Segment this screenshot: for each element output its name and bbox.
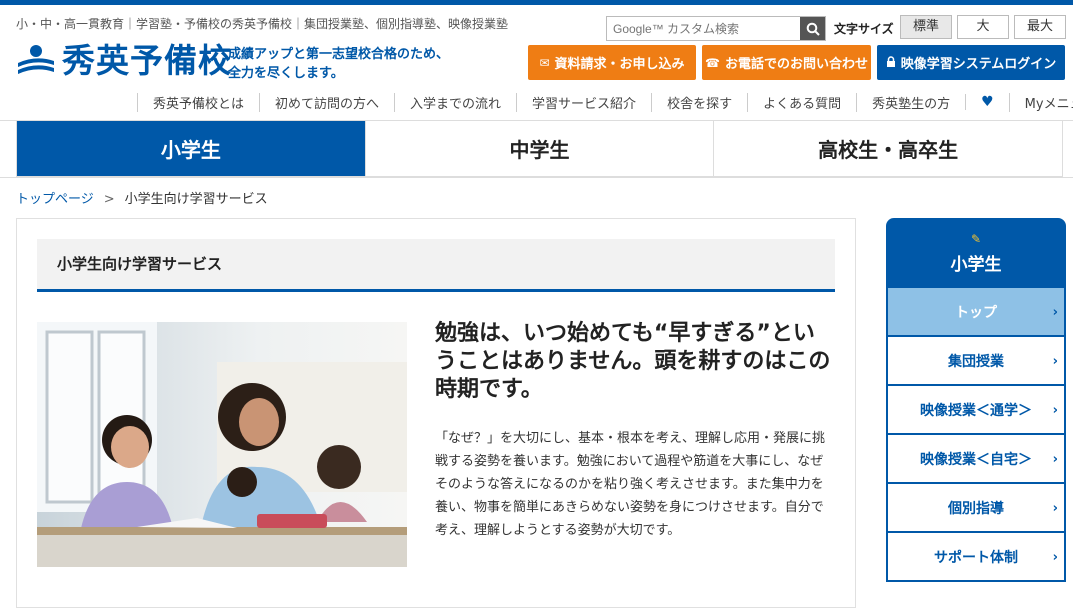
search-box <box>606 16 826 41</box>
sidebar-menu: ✎ 小学生 トップ › 集団授業 › 映像授業＜通学＞ › 映像授業＜自宅＞ › 個別指… <box>886 218 1066 608</box>
breadcrumb-home-link[interactable]: トップページ <box>16 192 94 207</box>
chevron-right-icon: › <box>1052 305 1058 320</box>
subnav-find-school[interactable]: 校舎を探す <box>651 92 747 112</box>
slogan: 成績アップと第一志望校合格のため、 全力を尽くします。 <box>228 47 450 81</box>
sidebar-header: ✎ 小学生 <box>886 218 1066 288</box>
phone-inquiry-button[interactable]: ☎ お電話でのお問い合わせ <box>702 45 871 80</box>
request-materials-label: 資料請求・お申し込み <box>554 57 685 72</box>
chevron-right-icon: › <box>1052 501 1058 516</box>
tab-junior-high[interactable]: 中学生 <box>364 121 714 176</box>
font-size-normal-button[interactable]: 標準 <box>900 15 952 39</box>
phone-inquiry-label: お電話でのお問い合わせ <box>724 57 868 72</box>
main-headline: 勉強は、いつ始めても“早すぎる”ということはありません。頭を耕すのはこの時期です… <box>435 321 831 402</box>
classroom-photo <box>37 322 407 567</box>
sidebar-item-video-commute[interactable]: 映像授業＜通学＞ › <box>886 386 1066 435</box>
tab-border-bottom <box>0 177 1073 178</box>
search-button[interactable] <box>800 17 825 40</box>
logo-mark-icon <box>16 43 56 79</box>
site-header: 小・中・高一貫教育｜学習塾・予備校の秀英予備校｜集団授業塾、個別指導塾、映像授業… <box>0 5 1073 120</box>
subnav-about[interactable]: 秀英予備校とは <box>137 92 259 112</box>
sidebar-item-group-class[interactable]: 集団授業 › <box>886 337 1066 386</box>
search-icon <box>806 22 820 36</box>
breadcrumb-current: 小学生向け学習サービス <box>124 192 268 207</box>
subnav-first-visit[interactable]: 初めて訪問の方へ <box>259 92 394 112</box>
sidebar-title: 小学生 <box>950 255 1002 275</box>
main-content: 小学生向け学習サービス 勉強は、いつ始めても“早すぎる”ということはありません。… <box>16 218 856 608</box>
font-size-large-button[interactable]: 大 <box>957 15 1009 39</box>
chevron-right-icon: › <box>1052 452 1058 467</box>
lock-icon <box>886 55 896 70</box>
chevron-right-icon: › <box>1052 550 1058 565</box>
video-login-button[interactable]: 映像学習システムログイン <box>877 45 1065 80</box>
breadcrumb-separator: > <box>103 192 115 207</box>
font-size-label: 文字サイズ <box>834 22 894 36</box>
grade-tabs: 小学生 中学生 高校生・高卒生 <box>16 120 1063 177</box>
sidebar-item-video-home[interactable]: 映像授業＜自宅＞ › <box>886 435 1066 484</box>
logo-text: 秀英予備校 <box>62 41 232 80</box>
heart-icon[interactable]: ♥ <box>965 94 1009 110</box>
breadcrumb: トップページ > 小学生向け学習サービス <box>16 188 268 207</box>
subnav-students[interactable]: 秀英塾生の方 <box>856 92 965 112</box>
sidebar-item-support[interactable]: サポート体制 › <box>886 533 1066 582</box>
phone-icon: ☎ <box>705 55 720 70</box>
tab-elementary[interactable]: 小学生 <box>16 121 365 176</box>
subnav-my-menu[interactable]: Myメニュー <box>1008 92 1073 112</box>
chevron-right-icon: › <box>1052 403 1058 418</box>
sidebar-item-label: トップ <box>955 304 997 321</box>
font-size-largest-button[interactable]: 最大 <box>1014 15 1066 39</box>
sub-navigation: 秀英予備校とは 初めて訪問の方へ 入学までの流れ 学習サービス紹介 校舎を探す … <box>137 91 1073 113</box>
site-logo[interactable]: 秀英予備校 <box>16 41 232 81</box>
pencil-icon: ✎ <box>970 232 982 246</box>
sidebar-item-top[interactable]: トップ › <box>886 288 1066 337</box>
request-materials-button[interactable]: ✉ 資料請求・お申し込み <box>528 45 696 80</box>
search-input[interactable] <box>607 17 800 40</box>
sidebar-item-label: サポート体制 <box>934 549 1018 566</box>
video-login-label: 映像学習システムログイン <box>900 57 1057 72</box>
subnav-services[interactable]: 学習サービス紹介 <box>516 92 651 112</box>
sidebar-item-label: 映像授業＜通学＞ <box>920 402 1032 419</box>
sidebar-item-label: 個別指導 <box>948 500 1004 517</box>
mail-icon: ✉ <box>539 55 550 70</box>
section-title: 小学生向け学習サービス <box>37 239 835 292</box>
chevron-right-icon: › <box>1052 354 1058 369</box>
sidebar-item-label: 集団授業 <box>948 353 1004 370</box>
main-body-text: 「なぜ？」を大切にし、基本・根本を考え、理解し応用・発展に挑戦する姿勢を養います… <box>435 431 826 538</box>
subnav-faq[interactable]: よくある質問 <box>747 92 856 112</box>
sidebar-item-label: 映像授業＜自宅＞ <box>920 451 1032 468</box>
sidebar-item-individual[interactable]: 個別指導 › <box>886 484 1066 533</box>
tab-high-school[interactable]: 高校生・高卒生 <box>713 121 1063 176</box>
site-tagline: 小・中・高一貫教育｜学習塾・予備校の秀英予備校｜集団授業塾、個別指導塾、映像授業… <box>16 17 509 31</box>
subnav-enrollment-flow[interactable]: 入学までの流れ <box>394 92 516 112</box>
